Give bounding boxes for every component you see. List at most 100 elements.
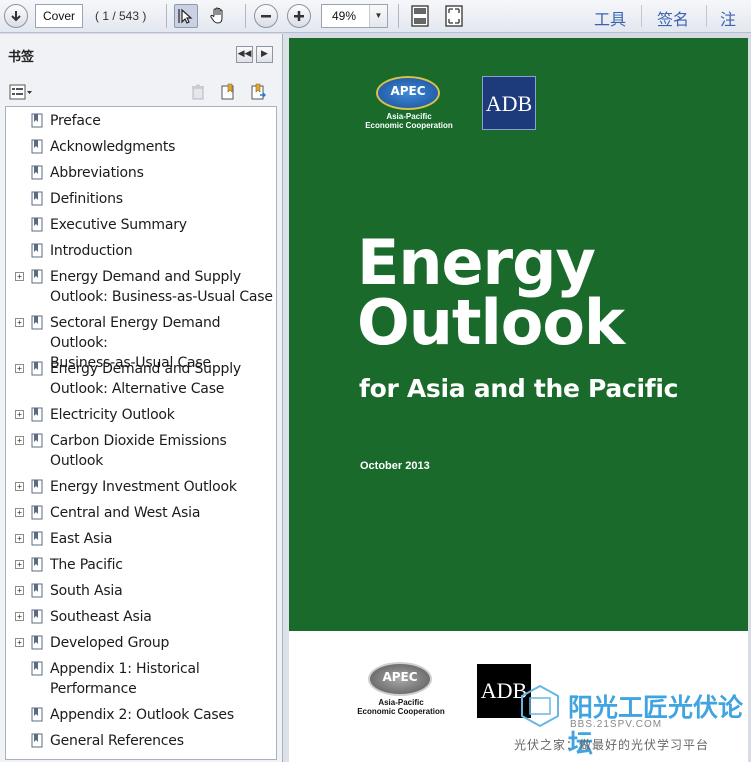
zoom-level-select[interactable]: 49% ▼ [321, 4, 388, 28]
bookmark-icon [31, 707, 43, 722]
cover-page: APEC Asia-Pacific Economic Cooperation A… [289, 38, 748, 631]
bookmark-icon [31, 505, 43, 520]
bookmark-label: Carbon Dioxide Emissions Outlook [50, 433, 227, 469]
forum-slogan: 光伏之家：做最好的光伏学习平台 [514, 738, 710, 752]
bookmark-label: Appendix 2: Outlook Cases [50, 707, 234, 723]
expand-icon[interactable]: + [15, 638, 24, 647]
bookmark-item[interactable]: Preface [6, 111, 276, 137]
bookmark-options-button[interactable] [9, 83, 35, 101]
bookmark-icon [31, 635, 43, 650]
bookmark-label: Central and West Asia [50, 505, 201, 521]
bookmark-item[interactable]: + South Asia [6, 581, 276, 607]
bookmark-icon [31, 557, 43, 572]
page-number-input[interactable]: Cover [35, 4, 83, 28]
hand-icon [210, 7, 223, 24]
bookmark-item[interactable]: + Carbon Dioxide Emissions Outlook [6, 431, 276, 477]
panel-options-button[interactable]: ▶ [256, 46, 273, 63]
bookmark-toolbar [0, 78, 283, 106]
chevron-down-icon[interactable]: ▼ [369, 5, 387, 27]
bookmark-item[interactable]: + Electricity Outlook [6, 405, 276, 431]
back-apec-logo: APEC Asia-Pacific Economic Cooperation [351, 662, 451, 718]
bookmark-item[interactable]: + Sectoral Energy Demand Outlook: Busines… [6, 313, 276, 371]
expand-icon[interactable]: + [15, 318, 24, 327]
bookmark-item[interactable]: + Central and West Asia [6, 503, 276, 529]
bookmark-label: Electricity Outlook [50, 407, 175, 423]
bookmark-item[interactable]: Appendix 1: Historical Performance [6, 659, 276, 705]
bookmark-item[interactable]: Definitions [6, 189, 276, 215]
expand-icon[interactable]: + [15, 482, 24, 491]
bookmark-label: Southeast Asia [50, 609, 152, 625]
bookmark-label: The Pacific [50, 557, 123, 573]
panel-title: 书签 [8, 50, 35, 65]
toolbar-divider [706, 5, 707, 27]
bookmark-label: South Asia [50, 583, 123, 599]
bookmark-item[interactable]: Abbreviations [6, 163, 276, 189]
expand-icon[interactable]: + [15, 534, 24, 543]
fullscreen-button[interactable] [442, 4, 466, 28]
bookmark-icon [31, 269, 43, 284]
hand-tool-button[interactable] [206, 4, 230, 28]
apec-logo: APEC Asia-Pacific Economic Cooperation [359, 76, 459, 132]
bookmark-item[interactable]: + Energy Investment Outlook [6, 477, 276, 503]
apec-logo-text: APEC [382, 670, 418, 684]
bookmark-item[interactable]: General References [6, 731, 276, 757]
bookmark-icon [31, 733, 43, 748]
cover-subtitle: for Asia and the Pacific [359, 374, 679, 403]
list-options-icon [9, 84, 32, 100]
expand-icon[interactable]: + [15, 612, 24, 621]
main-toolbar: Cover ( 1 / 543 ) 49% ▼ 工具 签名 注释 [0, 0, 751, 53]
bookmark-icon [31, 531, 43, 546]
bookmark-icon [31, 479, 43, 494]
bookmarks-panel: 书签 ◀◀ ▶ Preface Acknowledgments Abbreviati… [0, 34, 283, 762]
expand-icon[interactable]: + [15, 508, 24, 517]
bookmark-item[interactable]: + Energy Demand and Supply Outlook: Alter… [6, 359, 276, 405]
document-view[interactable]: APEC Asia-Pacific Economic Cooperation A… [289, 34, 751, 762]
bookmark-item[interactable]: Executive Summary [6, 215, 276, 241]
forum-watermark: 阳光工匠光伏论坛 BBS.21SPV.COM 光伏之家：做最好的光伏学习平台 [514, 684, 751, 762]
new-bookmark-icon[interactable] [219, 83, 237, 101]
bookmark-list[interactable]: Preface Acknowledgments Abbreviations Defin… [5, 106, 277, 760]
bookmark-item[interactable]: + Developed Group [6, 633, 276, 659]
trash-icon[interactable] [189, 83, 207, 101]
arrow-down-icon [11, 11, 21, 22]
cover-date: October 2013 [360, 460, 430, 472]
cover-title-line1: Energy [357, 226, 596, 299]
bookmark-item[interactable]: + East Asia [6, 529, 276, 555]
apec-sub-line1: Asia-Pacific [386, 112, 432, 121]
expand-icon[interactable]: + [15, 436, 24, 445]
toolbar-divider [245, 4, 246, 28]
bookmark-item[interactable]: + The Pacific [6, 555, 276, 581]
select-tool-button[interactable] [174, 4, 198, 28]
bookmark-item[interactable]: Acknowledgments [6, 137, 276, 163]
bookmark-label: Definitions [50, 191, 123, 207]
sign-menu[interactable]: 签名 [657, 6, 689, 30]
toolbar-divider [641, 5, 642, 27]
zoom-out-button[interactable] [254, 4, 278, 28]
forum-url: BBS.21SPV.COM [570, 719, 663, 730]
bookmark-item[interactable]: Introduction [6, 241, 276, 267]
find-bookmark-icon[interactable] [249, 83, 267, 101]
expand-icon[interactable]: + [15, 272, 24, 281]
bookmark-item[interactable]: + Southeast Asia [6, 607, 276, 633]
apec-sub-line1: Asia-Pacific [378, 698, 424, 707]
bookmark-label: Energy Demand and Supply Outlook: Altern… [50, 361, 241, 397]
next-page-button[interactable] [4, 4, 28, 28]
collapse-panel-button[interactable]: ◀◀ [236, 46, 253, 63]
bookmark-label: Energy Demand and Supply Outlook: Busine… [50, 269, 273, 305]
apec-sub-line2: Economic Cooperation [357, 707, 445, 716]
bookmark-item[interactable]: Appendix 2: Outlook Cases [6, 705, 276, 731]
panel-controls: ◀◀ ▶ [236, 46, 273, 63]
expand-icon[interactable]: + [15, 364, 24, 373]
bookmark-label: Abbreviations [50, 165, 144, 181]
tools-menu[interactable]: 工具 [594, 6, 626, 30]
expand-icon[interactable]: + [15, 410, 24, 419]
fit-page-button[interactable] [408, 4, 432, 28]
expand-icon[interactable]: + [15, 560, 24, 569]
toolbar-divider [398, 4, 399, 28]
expand-icon[interactable]: + [15, 586, 24, 595]
zoom-in-button[interactable] [287, 4, 311, 28]
cursor-arrow-icon [178, 8, 193, 24]
bookmark-icon [31, 217, 43, 232]
bookmark-item[interactable]: + Energy Demand and Supply Outlook: Busin… [6, 267, 276, 313]
bookmark-label: General References [50, 733, 184, 749]
